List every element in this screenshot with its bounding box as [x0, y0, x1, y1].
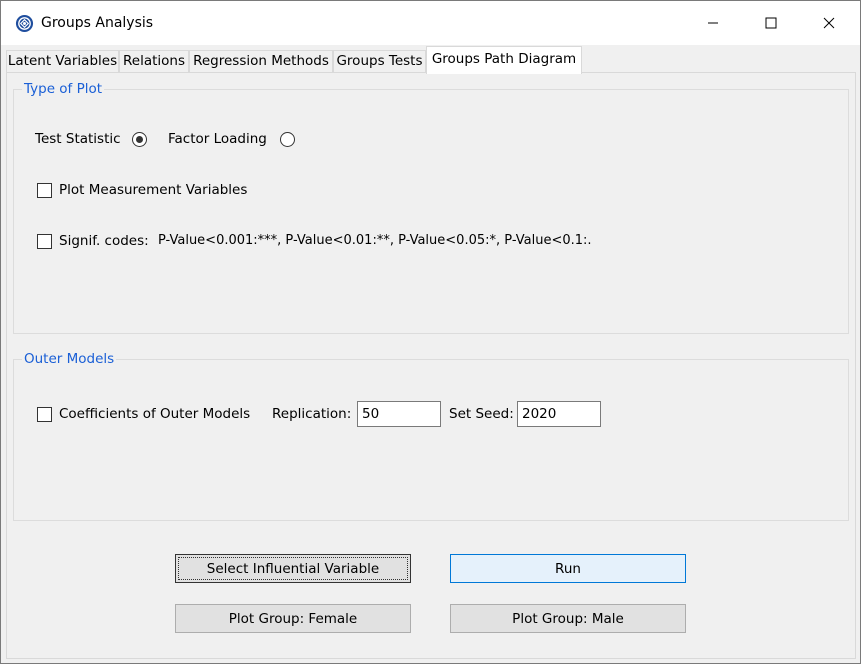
plot-measurement-variables-label: Plot Measurement Variables [59, 182, 248, 198]
set-seed-input[interactable]: 2020 [517, 401, 601, 427]
signif-codes-checkbox[interactable] [37, 234, 52, 249]
title-bar: Groups Analysis [1, 1, 860, 45]
minimize-icon [708, 22, 718, 24]
replication-input[interactable]: 50 [357, 401, 441, 427]
signif-codes-label: Signif. codes: [59, 233, 149, 249]
tab-groups-tests[interactable]: Groups Tests [333, 50, 426, 73]
tab-groups-path-diagram[interactable]: Groups Path Diagram [426, 46, 582, 74]
set-seed-label: Set Seed: [449, 406, 514, 422]
window-title: Groups Analysis [41, 15, 154, 31]
select-influential-variable-button[interactable]: Select Influential Variable [175, 554, 411, 583]
app-icon [15, 14, 34, 33]
type-of-plot-title: Type of Plot [22, 81, 105, 97]
test-statistic-radio[interactable] [132, 132, 147, 147]
minimize-button[interactable] [684, 1, 742, 45]
replication-label: Replication: [272, 406, 352, 422]
type-of-plot-group: Type of Plot Test Statistic Factor Loadi… [13, 81, 849, 334]
radio-selected-dot [136, 136, 143, 143]
factor-loading-label: Factor Loading [168, 131, 267, 147]
plot-group-male-button[interactable]: Plot Group: Male [450, 604, 686, 633]
factor-loading-radio[interactable] [280, 132, 295, 147]
run-button[interactable]: Run [450, 554, 686, 583]
tab-strip: Latent Variables Relations Regression Me… [6, 45, 856, 74]
signif-codes-description: P-Value<0.001:***, P-Value<0.01:**, P-Va… [158, 233, 592, 248]
maximize-icon [765, 17, 777, 29]
plot-measurement-variables-checkbox[interactable] [37, 183, 52, 198]
outer-models-group: Outer Models Coefficients of Outer Model… [13, 351, 849, 521]
plot-group-female-button[interactable]: Plot Group: Female [175, 604, 411, 633]
groups-analysis-window: Groups Analysis Latent Variables Relatio… [0, 0, 861, 664]
close-button[interactable] [800, 1, 858, 45]
close-icon [823, 17, 835, 29]
coefficients-outer-models-checkbox[interactable] [37, 407, 52, 422]
tab-regression-methods[interactable]: Regression Methods [189, 50, 333, 73]
tab-relations[interactable]: Relations [119, 50, 189, 73]
tab-page-groups-path-diagram: Type of Plot Test Statistic Factor Loadi… [6, 72, 856, 659]
tab-latent-variables[interactable]: Latent Variables [6, 50, 119, 73]
maximize-button[interactable] [742, 1, 800, 45]
test-statistic-label: Test Statistic [35, 131, 121, 147]
coefficients-outer-models-label: Coefficients of Outer Models [59, 406, 251, 422]
outer-models-title: Outer Models [22, 351, 117, 367]
